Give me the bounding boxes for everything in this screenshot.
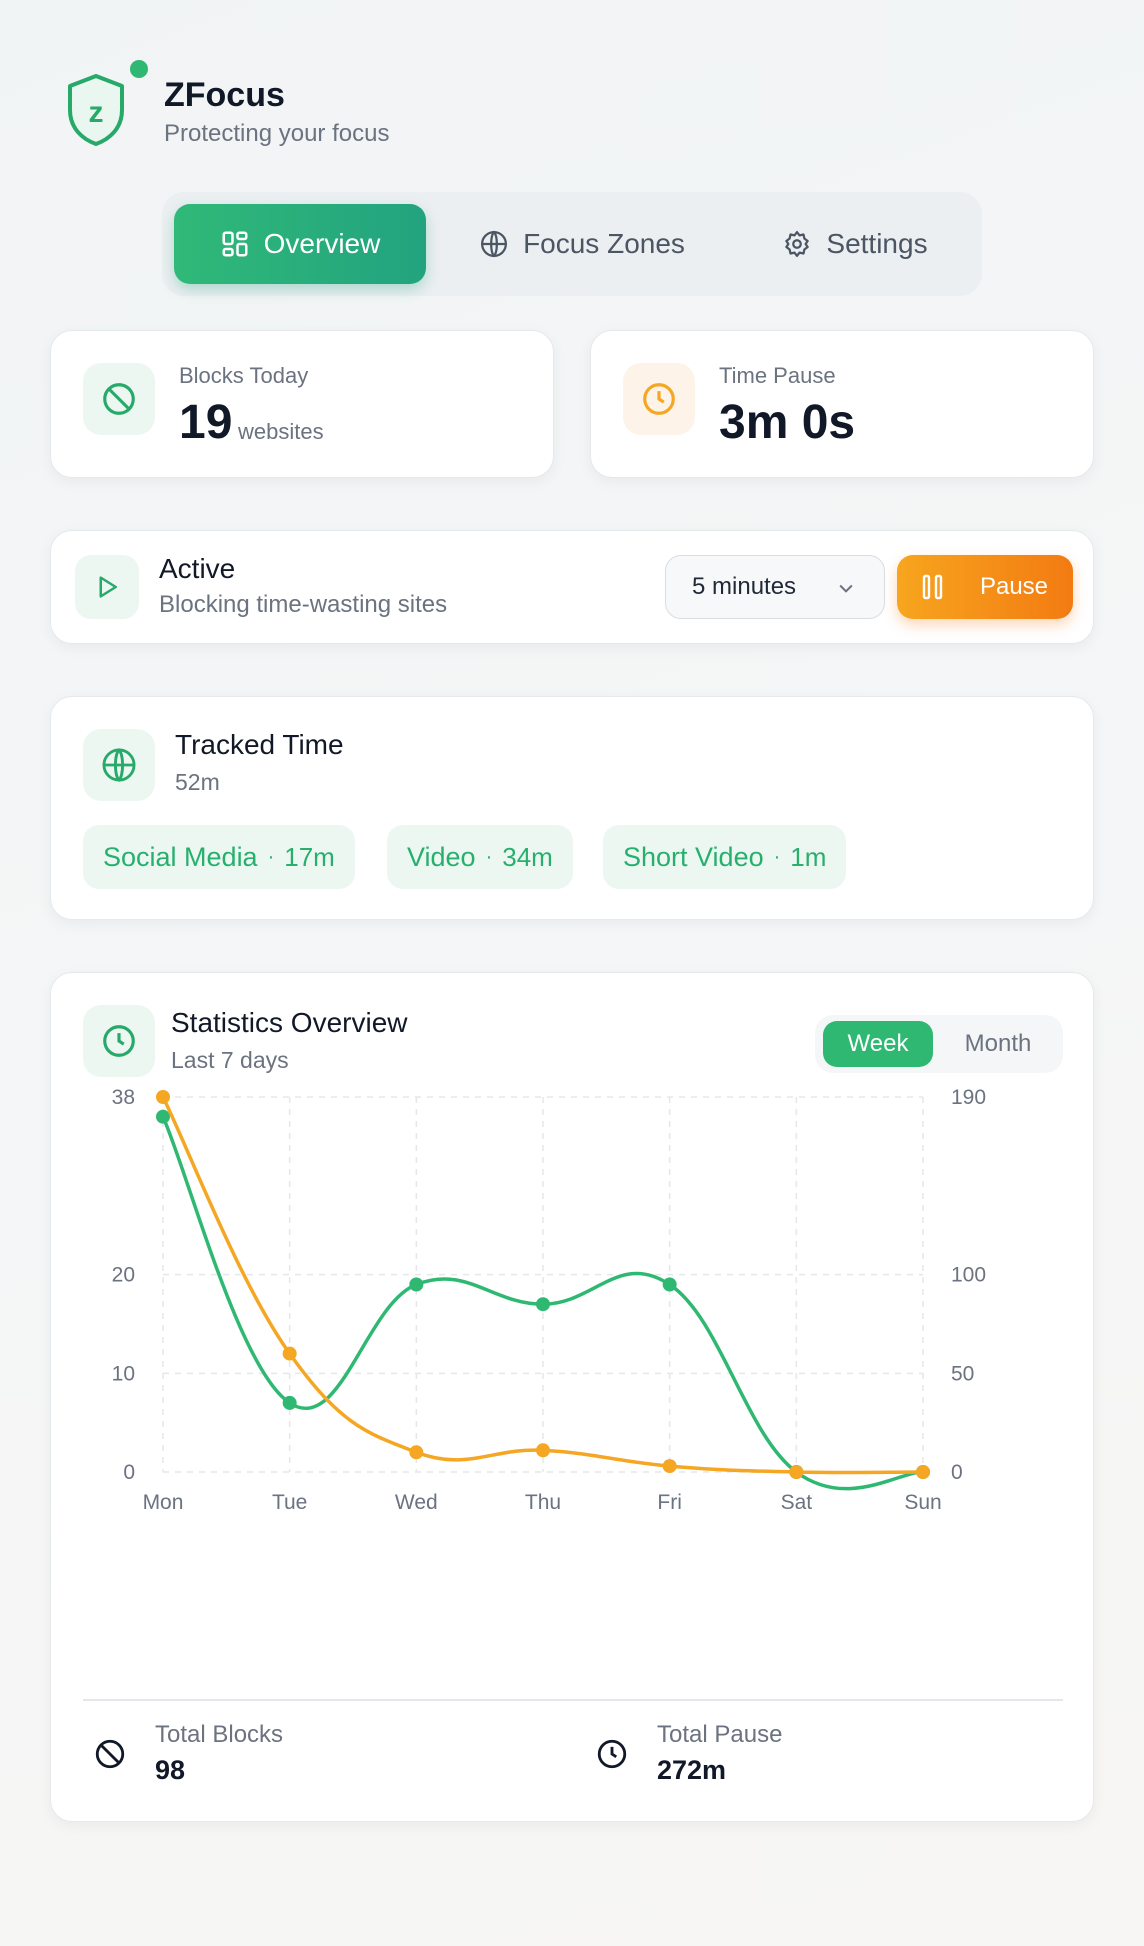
series-point-2 — [916, 1465, 930, 1479]
statistics-subtitle: Last 7 days — [171, 1047, 289, 1073]
series-point-2 — [282, 1346, 297, 1361]
y-right-tick-label: 100 — [951, 1264, 986, 1287]
y-left-tick-label: 38 — [112, 1086, 135, 1109]
series-point-2 — [662, 1459, 677, 1474]
pause-button[interactable]: Pause — [897, 555, 1073, 619]
block-icon — [103, 383, 135, 415]
total-pause-value: 272m — [657, 1755, 727, 1785]
stats-divider — [83, 1699, 1063, 1701]
time-pause-label: Time Pause — [719, 363, 836, 388]
clock-icon — [597, 1739, 627, 1769]
globe-icon — [481, 230, 508, 258]
block-icon — [95, 1739, 125, 1769]
active-status-card: Active Blocking time-wasting sites 5 min… — [50, 530, 1094, 644]
chip-short-video-name: Short Video — [623, 841, 764, 872]
shield-logo-icon: z — [68, 74, 124, 146]
main-tabs: Overview Focus Zones Settings — [162, 192, 982, 296]
app-subtitle: Protecting your focus — [164, 120, 390, 147]
tab-focus-zones-label: Focus Zones — [523, 228, 685, 259]
status-dot — [130, 60, 148, 78]
tab-overview-label: Overview — [263, 228, 381, 259]
clock-icon — [103, 1025, 135, 1057]
series-point-1 — [536, 1297, 550, 1312]
chip-separator: · — [773, 845, 781, 868]
play-icon — [99, 576, 117, 598]
time-pause-value: 3m 0s — [719, 396, 856, 449]
tracked-time-card: Tracked Time 52m Social Media · 17m Vide… — [50, 696, 1094, 920]
statistics-icon-box — [83, 1005, 155, 1077]
statistics-card: Statistics Overview Last 7 days Week Mon… — [50, 972, 1094, 1822]
x-tick-label: Fri — [657, 1491, 682, 1514]
range-toggle: Week Month — [815, 1015, 1063, 1073]
total-pause-label: Total Pause — [657, 1721, 783, 1748]
status-subtitle: Blocking time-wasting sites — [159, 591, 448, 618]
chip-video-value: 34m — [502, 841, 553, 872]
pause-icon-box — [623, 363, 695, 435]
app-title: ZFocus — [164, 76, 285, 114]
x-tick-label: Sat — [781, 1491, 813, 1514]
chip-video[interactable]: Video · 34m — [387, 825, 573, 889]
x-tick-label: Wed — [395, 1491, 438, 1514]
y-right-tick-label: 0 — [951, 1461, 963, 1484]
blocks-today-unit: websites — [238, 419, 324, 444]
x-tick-label: Sun — [904, 1491, 941, 1514]
series-line-2 — [161, 1095, 925, 1475]
chip-social-media-name: Social Media — [103, 841, 258, 872]
pause-icon — [922, 574, 943, 600]
chip-short-video[interactable]: Short Video · 1m — [603, 825, 847, 889]
y-right-tick-label: 190 — [951, 1086, 986, 1109]
x-tick-label: Tue — [272, 1491, 307, 1514]
clock-icon — [643, 383, 675, 415]
tab-overview[interactable]: Overview — [174, 204, 426, 284]
chip-separator: · — [485, 845, 493, 868]
tab-settings[interactable]: Settings — [742, 204, 968, 284]
y-left-tick-label: 20 — [112, 1264, 135, 1287]
y-right-tick-label: 50 — [951, 1362, 974, 1385]
chip-social-media-value: 17m — [284, 841, 335, 872]
series-point-1 — [156, 1109, 170, 1124]
globe-icon — [102, 747, 136, 783]
x-tick-label: Mon — [143, 1491, 184, 1514]
series-point-2 — [409, 1445, 424, 1460]
chip-social-media[interactable]: Social Media · 17m — [83, 825, 355, 889]
tracked-title: Tracked Time — [175, 729, 344, 760]
brand-header: z ZFocus Protecting your focus — [64, 58, 564, 158]
chip-short-video-value: 1m — [790, 841, 827, 872]
range-month-button[interactable]: Month — [943, 1021, 1053, 1067]
logo-letter: z — [89, 96, 104, 129]
tab-focus-zones[interactable]: Focus Zones — [452, 204, 712, 284]
chevron-down-icon — [839, 584, 853, 593]
blocks-today-value: 19 — [179, 396, 233, 449]
statistics-chart: 0 10 20 38 0 50 100 190 Mon Tue Wed Thu Fri Sat Sun — [112, 1086, 986, 1514]
pause-duration-select[interactable]: 5 minutes — [665, 555, 885, 619]
time-pause-card: Time Pause 3m 0s — [590, 330, 1094, 478]
x-tick-label: Thu — [525, 1491, 561, 1514]
range-week-button[interactable]: Week — [823, 1021, 933, 1067]
grid-icon — [222, 231, 248, 257]
tab-settings-label: Settings — [826, 228, 928, 259]
gear-icon — [785, 231, 810, 257]
series-point-1 — [282, 1395, 297, 1410]
status-title: Active — [159, 553, 236, 584]
play-icon-box — [75, 555, 139, 619]
chip-video-name: Video — [407, 841, 476, 872]
series-point-1 — [409, 1277, 424, 1292]
chip-separator: · — [267, 845, 275, 868]
blocks-icon-box — [83, 363, 155, 435]
series-point-2 — [536, 1443, 550, 1458]
tracked-icon-box — [83, 729, 155, 801]
y-left-tick-label: 0 — [123, 1461, 135, 1484]
total-blocks-value: 98 — [155, 1755, 186, 1785]
series-point-2 — [156, 1090, 170, 1104]
blocks-today-card: Blocks Today 19 websites — [50, 330, 554, 478]
series-point-1 — [662, 1277, 677, 1292]
series-point-2 — [789, 1465, 804, 1479]
pause-button-label: Pause — [979, 573, 1049, 600]
tracked-total: 52m — [175, 769, 220, 795]
statistics-title: Statistics Overview — [171, 1007, 408, 1038]
y-left-tick-label: 10 — [112, 1362, 135, 1385]
blocks-today-label: Blocks Today — [179, 363, 309, 388]
total-blocks-label: Total Blocks — [155, 1721, 284, 1748]
pause-duration-value: 5 minutes — [692, 573, 797, 600]
